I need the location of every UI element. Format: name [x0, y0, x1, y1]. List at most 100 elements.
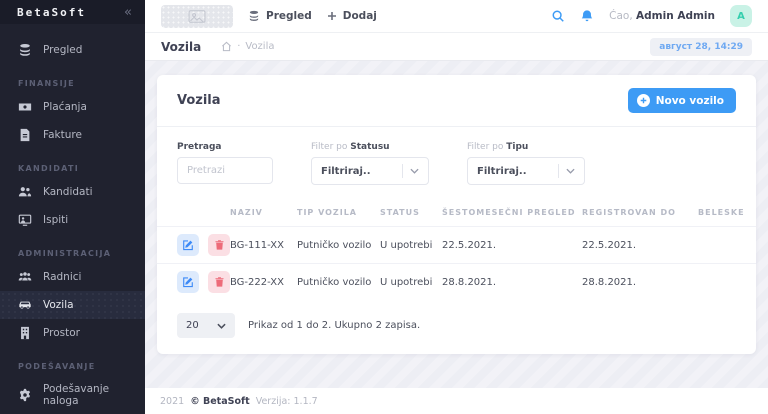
status-filter-select[interactable]: Filtriraj.. [311, 157, 429, 185]
sidebar-item-label: Vozila [43, 299, 74, 311]
edit-button[interactable] [177, 234, 199, 256]
logo-placeholder[interactable] [161, 4, 233, 28]
chevron-down-icon [217, 323, 226, 329]
exam-icon [18, 213, 32, 227]
col-beleske: BELESKE [698, 207, 745, 217]
cell-registrovan: 22.5.2021. [582, 239, 637, 251]
edit-button[interactable] [177, 271, 199, 293]
delete-button[interactable] [208, 234, 230, 256]
sidebar-item-label: Prostor [43, 327, 80, 339]
new-vehicle-label: Novo vozilo [655, 94, 724, 107]
sidebar-item-label: Fakture [43, 129, 82, 141]
plus-circle-icon [636, 94, 650, 107]
sidebar-item-podesavanje-naloga[interactable]: Podešavanje naloga [0, 376, 145, 414]
content-area: Vozila Novo vozilo Pretraga Filter po St… [145, 61, 768, 388]
status-filter-label: Filter po Statusu [311, 142, 429, 152]
sidebar-logo-bar: BetaSoft « [0, 0, 145, 24]
table-header: NAZIV TIP VOZILA STATUS ŠESTOMESEČNI PRE… [157, 198, 756, 226]
sidebar-section-finansije: FINANSIJE [18, 79, 75, 88]
tip-filter-label: Filter po Tipu [467, 142, 585, 152]
user-greeting: Ćao, Admin Admin [609, 10, 715, 22]
row-actions [177, 234, 230, 256]
topbar: Pregled Dodaj Ćao, Admin Admin A [145, 0, 768, 33]
workers-icon [18, 270, 32, 284]
sidebar-item-label: Podešavanje naloga [43, 383, 110, 407]
sidebar: BetaSoft « Pregled FINANSIJE Plaćanja Fa… [0, 0, 145, 414]
filter-status: Filter po Statusu Filtriraj.. [311, 142, 429, 185]
gear-icon [18, 388, 32, 402]
sidebar-item-radnici[interactable]: Radnici [0, 263, 145, 291]
topbar-right: Ćao, Admin Admin A [551, 5, 752, 27]
breadcrumb-path: · Vozila [221, 41, 275, 52]
table-row: BG-111-XX Putničko vozilo U upotrebi 22.… [157, 226, 756, 263]
topnav-pregled-label: Pregled [266, 10, 312, 22]
sidebar-section-administracija: ADMINISTRACIJA [18, 249, 112, 258]
sidebar-section-kandidati: KANDIDATI [18, 164, 80, 173]
card-header: Vozila Novo vozilo [157, 75, 756, 127]
users-icon [18, 185, 32, 199]
page-title: Vozila [161, 39, 202, 54]
page-size-select[interactable]: 20 [177, 313, 235, 338]
layers-icon [18, 43, 32, 57]
plus-icon [327, 11, 337, 21]
home-icon[interactable] [221, 41, 232, 52]
avatar[interactable]: A [730, 5, 752, 27]
footer-version: Verzija: 1.1.7 [255, 395, 318, 407]
cell-tip: Putničko vozilo [297, 276, 372, 288]
table-row: BG-222-XX Putničko vozilo U upotrebi 28.… [157, 263, 756, 300]
topnav-pregled[interactable]: Pregled [248, 10, 312, 22]
page-size-value: 20 [186, 320, 199, 331]
pagination: 20 Prikaz od 1 do 2. Ukupno 2 zapisa. [157, 300, 756, 354]
greeting-prefix: Ćao, [609, 10, 633, 22]
pagination-summary: Prikaz od 1 do 2. Ukupno 2 zapisa. [248, 320, 421, 331]
vozila-card: Vozila Novo vozilo Pretraga Filter po St… [157, 75, 756, 354]
filters-row: Pretraga Filter po Statusu Filtriraj.. F… [157, 127, 756, 198]
cell-naziv: BG-222-XX [230, 276, 284, 288]
sidebar-item-vozila[interactable]: Vozila [0, 291, 145, 319]
invoice-icon [18, 128, 32, 142]
user-name: Admin Admin [636, 10, 715, 22]
cell-naziv: BG-111-XX [230, 239, 284, 251]
sidebar-item-label: Radnici [43, 271, 82, 283]
datetime-badge: август 28, 14:29 [650, 37, 752, 56]
sidebar-item-placanja[interactable]: Plaćanja [0, 93, 145, 121]
sidebar-item-pregled[interactable]: Pregled [0, 36, 145, 64]
cell-tip: Putničko vozilo [297, 239, 372, 251]
sidebar-collapse-icon[interactable]: « [124, 6, 132, 19]
sidebar-item-kandidati[interactable]: Kandidati [0, 178, 145, 206]
cell-status: U upotrebi [380, 276, 433, 288]
sidebar-item-ispiti[interactable]: Ispiti [0, 206, 145, 234]
sidebar-item-prostor[interactable]: Prostor [0, 319, 145, 347]
topnav-dodaj[interactable]: Dodaj [327, 10, 377, 22]
topnav-dodaj-label: Dodaj [342, 10, 377, 22]
sidebar-item-label: Kandidati [43, 186, 93, 198]
bell-icon[interactable] [580, 9, 594, 23]
chevron-down-icon [402, 164, 419, 178]
label-prefix: Filter po [467, 142, 504, 152]
col-status: STATUS [380, 207, 420, 217]
footer: 2021 © BetaSoft Verzija: 1.1.7 [145, 388, 768, 414]
sidebar-item-label: Pregled [43, 44, 83, 56]
footer-year: 2021 [160, 395, 185, 407]
delete-button[interactable] [208, 271, 230, 293]
sidebar-item-fakture[interactable]: Fakture [0, 121, 145, 149]
label-prefix: Filter po [311, 142, 348, 152]
car-icon [18, 298, 32, 312]
search-icon[interactable] [551, 9, 565, 23]
main-area: Pregled Dodaj Ćao, Admin Admin A Vozila … [145, 0, 768, 414]
sidebar-item-label: Ispiti [43, 214, 69, 226]
col-tip-vozila: TIP VOZILA [297, 207, 357, 217]
layers-icon [248, 10, 260, 22]
search-input[interactable] [177, 157, 273, 184]
breadcrumb-current: Vozila [245, 41, 275, 52]
sidebar-menu: Pregled FINANSIJE Plaćanja Fakture KANDI… [0, 24, 145, 414]
tip-filter-select[interactable]: Filtriraj.. [467, 157, 585, 185]
banknote-icon [18, 100, 32, 114]
search-label: Pretraga [177, 142, 222, 152]
new-vehicle-button[interactable]: Novo vozilo [627, 88, 736, 113]
cell-pregled: 22.5.2021. [442, 239, 497, 251]
card-title: Vozila [177, 93, 221, 108]
row-actions [177, 271, 230, 293]
col-naziv: NAZIV [230, 207, 263, 217]
tip-filter-value: Filtriraj.. [477, 165, 527, 177]
